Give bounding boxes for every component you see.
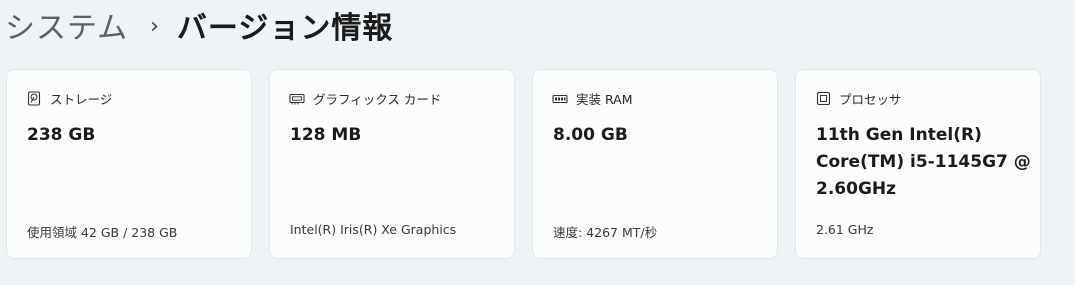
processor-card-header: プロセッサ (815, 89, 902, 108)
storage-card-title: ストレージ (50, 92, 113, 107)
storage-icon (26, 91, 42, 107)
ram-card-header: 実装 RAM (552, 89, 633, 108)
storage-card-detail: 使用領域 42 GB / 238 GB (27, 225, 178, 240)
page-title: バージョン情報 (176, 11, 394, 46)
breadcrumb-parent-system[interactable]: システム (5, 3, 128, 47)
breadcrumb-separator-icon: › (150, 13, 159, 39)
spec-cards: ストレージ 238 GB 使用領域 42 GB / 238 GB グラフィックス… (6, 69, 1041, 259)
storage-card-header: ストレージ (26, 89, 112, 108)
processor-card-title: プロセッサ (839, 92, 902, 107)
ram-card-detail: 速度: 4267 MT/秒 (553, 225, 658, 240)
processor-card-value: 11th Gen Intel(R) Core(TM) i5-1145G7 @ 2… (816, 125, 1031, 199)
storage-card: ストレージ 238 GB 使用領域 42 GB / 238 GB (6, 69, 252, 259)
memory-icon (552, 91, 568, 107)
processor-card: プロセッサ 11th Gen Intel(R) Core(TM) i5-1145… (795, 69, 1041, 259)
ram-card: 実装 RAM 8.00 GB 速度: 4267 MT/秒 (532, 69, 778, 259)
graphics-card-card: グラフィックス カード 128 MB Intel(R) Iris(R) Xe G… (269, 69, 515, 259)
processor-card-detail: 2.61 GHz (816, 222, 874, 237)
graphics-card-title: グラフィックス カード (313, 92, 442, 107)
processor-icon (815, 91, 831, 107)
ram-card-title: 実装 RAM (576, 92, 633, 107)
graphics-card-icon (289, 91, 305, 107)
graphics-card-header: グラフィックス カード (289, 89, 441, 108)
breadcrumb: システム › バージョン情報 (5, 0, 393, 50)
graphics-card-detail: Intel(R) Iris(R) Xe Graphics (290, 222, 457, 237)
storage-card-value: 238 GB (27, 125, 96, 145)
graphics-card-value: 128 MB (290, 125, 362, 145)
ram-card-value: 8.00 GB (553, 125, 628, 145)
